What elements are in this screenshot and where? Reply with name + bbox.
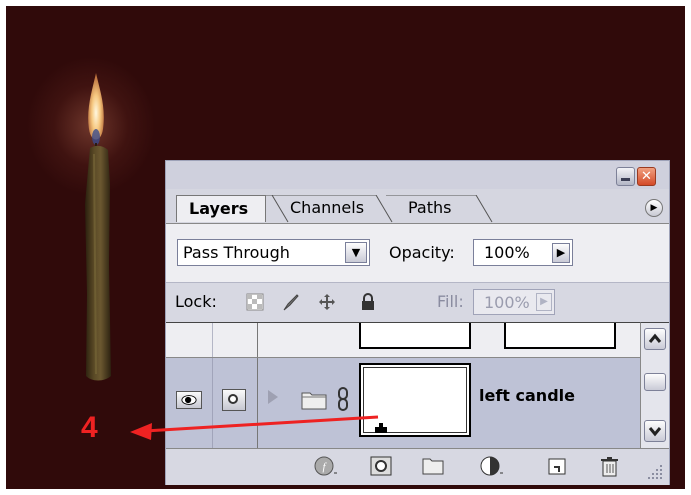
annotation-number: 4 [81,411,98,444]
annotation-arrow [130,415,379,440]
